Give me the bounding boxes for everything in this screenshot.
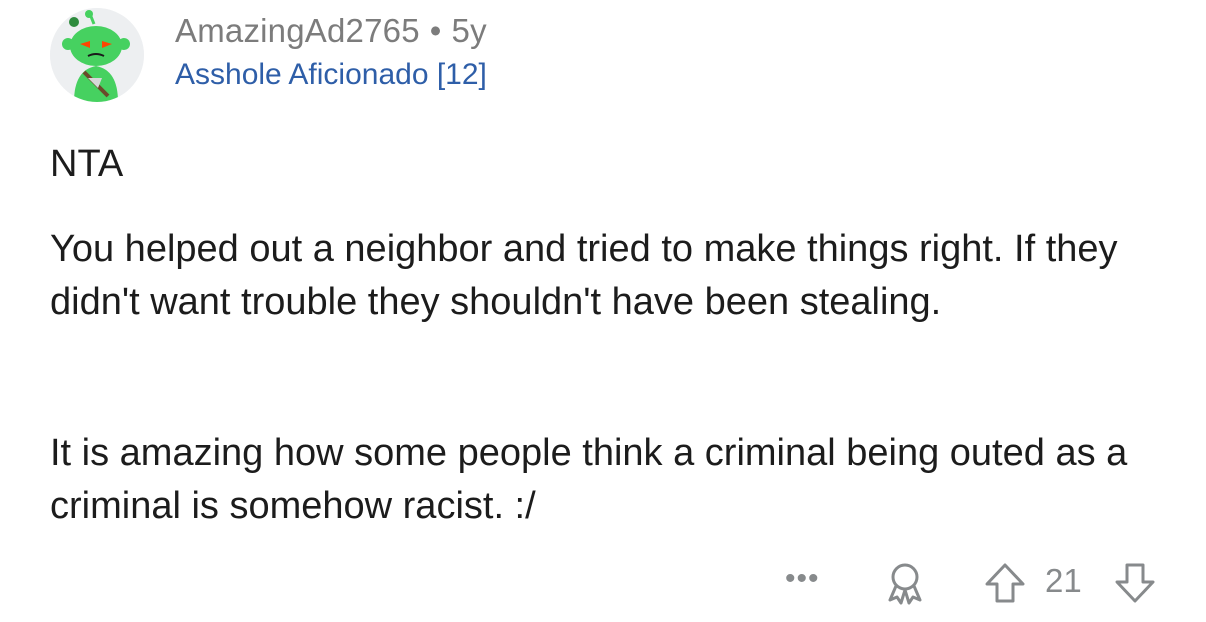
comment-paragraph: NTA: [50, 143, 124, 185]
comment-age[interactable]: 5y: [452, 12, 487, 49]
award-button[interactable]: [882, 560, 928, 611]
user-avatar[interactable]: [50, 8, 144, 102]
author-name[interactable]: AmazingAd2765: [175, 12, 420, 49]
comment-meta: AmazingAd2765 • 5y: [175, 12, 487, 50]
downvote-button[interactable]: [1112, 560, 1158, 611]
upvote-arrow-icon: [985, 563, 1025, 603]
more-options-button[interactable]: •••: [785, 562, 820, 596]
meta-separator: •: [429, 12, 442, 49]
comment-actions: ••• 21: [770, 556, 1170, 612]
vote-score: 21: [1045, 562, 1082, 599]
comment-paragraph: It is amazing how some people think a cr…: [50, 432, 1128, 527]
user-flair: Asshole Aficionado [12]: [175, 58, 487, 91]
snoo-avatar-icon: [50, 8, 144, 102]
award-icon: [888, 563, 922, 605]
downvote-arrow-icon: [1115, 563, 1155, 603]
comment-paragraph: You helped out a neighbor and tried to m…: [50, 228, 1118, 323]
upvote-button[interactable]: [982, 560, 1028, 611]
